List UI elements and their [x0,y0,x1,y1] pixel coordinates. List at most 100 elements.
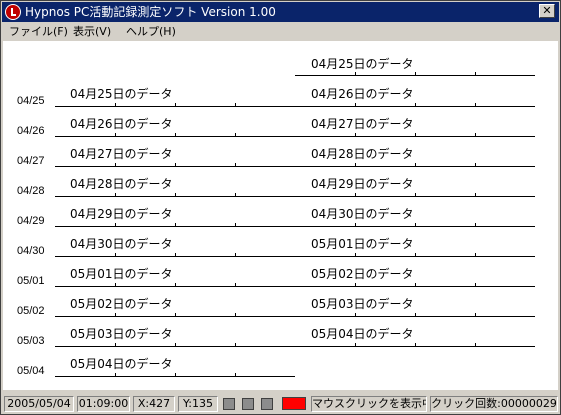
hour-tick [415,133,416,136]
timeline-line [295,316,535,317]
title-bar[interactable]: Hypnos PC活動記録測定ソフト Version 1.00 ✕ [2,2,559,22]
mouse-click-status: マウスクリックを表示中 [311,396,427,412]
window-title: Hypnos PC活動記録測定ソフト Version 1.00 [25,5,276,19]
row-right-entry[interactable]: 04月28日のデータ [311,148,414,161]
hour-tick [475,223,476,226]
hour-tick [415,103,416,106]
menu-file[interactable]: ファイル(F) [9,25,68,39]
timeline-line [295,75,535,76]
hour-tick [415,253,416,256]
indicator-2 [242,398,254,410]
hour-tick [415,283,416,286]
hour-tick [355,133,356,136]
timeline-line [295,256,535,257]
row-left-entry[interactable]: 05月02日のデータ [70,298,173,311]
row-left-entry[interactable]: 04月26日のデータ [70,118,173,131]
timeline-line [295,106,535,107]
hour-tick [175,313,176,316]
hour-tick [235,223,236,226]
row-left-entry[interactable]: 04月28日のデータ [70,178,173,191]
indicator-1 [223,398,235,410]
hour-tick [115,373,116,376]
hour-tick [475,343,476,346]
hour-tick [235,373,236,376]
hour-tick [415,343,416,346]
hour-tick [115,193,116,196]
hour-tick [355,283,356,286]
row-right-entry[interactable]: 05月03日のデータ [311,298,414,311]
hour-tick [355,193,356,196]
row-left-entry[interactable]: 05月01日のデータ [70,268,173,281]
indicator-3 [261,398,273,410]
indicator-active [282,397,306,410]
hour-tick [115,253,116,256]
hour-tick [115,313,116,316]
hour-tick [235,313,236,316]
timeline-line [295,166,535,167]
top-entry-label[interactable]: 04月25日のデータ [311,58,414,71]
row-date-label: 04/28 [17,185,45,197]
row-date-label: 05/01 [17,275,45,287]
timeline-line [295,346,535,347]
hour-tick [235,343,236,346]
hour-tick [475,103,476,106]
hour-tick [115,103,116,106]
timeline-line [55,316,295,317]
row-date-label: 04/25 [17,95,45,107]
timeline-line [55,376,295,377]
row-date-label: 04/30 [17,245,45,257]
row-right-entry[interactable]: 05月04日のデータ [311,328,414,341]
hour-tick [235,133,236,136]
hour-tick [415,313,416,316]
row-left-entry[interactable]: 04月25日のデータ [70,88,173,101]
row-right-entry[interactable]: 05月02日のデータ [311,268,414,281]
hour-tick [355,72,356,75]
row-left-entry[interactable]: 04月29日のデータ [70,208,173,221]
hour-tick [175,223,176,226]
timeline-line [55,346,295,347]
hour-tick [115,283,116,286]
row-right-entry[interactable]: 04月26日のデータ [311,88,414,101]
row-left-entry[interactable]: 05月03日のデータ [70,328,173,341]
hour-tick [355,163,356,166]
hour-tick [415,223,416,226]
row-date-label: 05/03 [17,335,45,347]
hour-tick [475,133,476,136]
row-date-label: 05/02 [17,305,45,317]
hour-tick [355,223,356,226]
row-right-entry[interactable]: 04月30日のデータ [311,208,414,221]
hour-tick [235,163,236,166]
row-left-entry[interactable]: 05月04日のデータ [70,358,173,371]
row-right-entry[interactable]: 04月29日のデータ [311,178,414,191]
hour-tick [355,103,356,106]
hour-tick [115,133,116,136]
row-left-entry[interactable]: 04月30日のデータ [70,238,173,251]
hour-tick [175,193,176,196]
timeline-line [295,196,535,197]
timeline-line [55,166,295,167]
timeline-line [55,286,295,287]
timeline-line [295,286,535,287]
status-y: Y:135 [178,396,218,412]
hour-tick [175,103,176,106]
hour-tick [415,193,416,196]
menu-view[interactable]: 表示(V) [73,25,111,39]
hour-tick [115,223,116,226]
menu-help[interactable]: ヘルプ(H) [126,25,176,39]
app-window: Hypnos PC活動記録測定ソフト Version 1.00 ✕ ファイル(F… [0,0,561,415]
hour-tick [475,283,476,286]
app-clock-icon[interactable] [5,4,21,20]
row-right-entry[interactable]: 05月01日のデータ [311,238,414,251]
status-date: 2005/05/04 [4,396,74,412]
row-date-label: 04/27 [17,155,45,167]
row-right-entry[interactable]: 04月27日のデータ [311,118,414,131]
status-time: 01:09:00 [77,396,130,412]
activity-log-area: 04月25日のデータ 04/25 04月25日のデータ 04月26日のデータ 04/2… [3,41,558,390]
hour-tick [475,313,476,316]
timeline-line [295,226,535,227]
hour-tick [175,133,176,136]
timeline-line [55,226,295,227]
hour-tick [175,343,176,346]
row-left-entry[interactable]: 04月27日のデータ [70,148,173,161]
close-button[interactable]: ✕ [539,4,555,18]
